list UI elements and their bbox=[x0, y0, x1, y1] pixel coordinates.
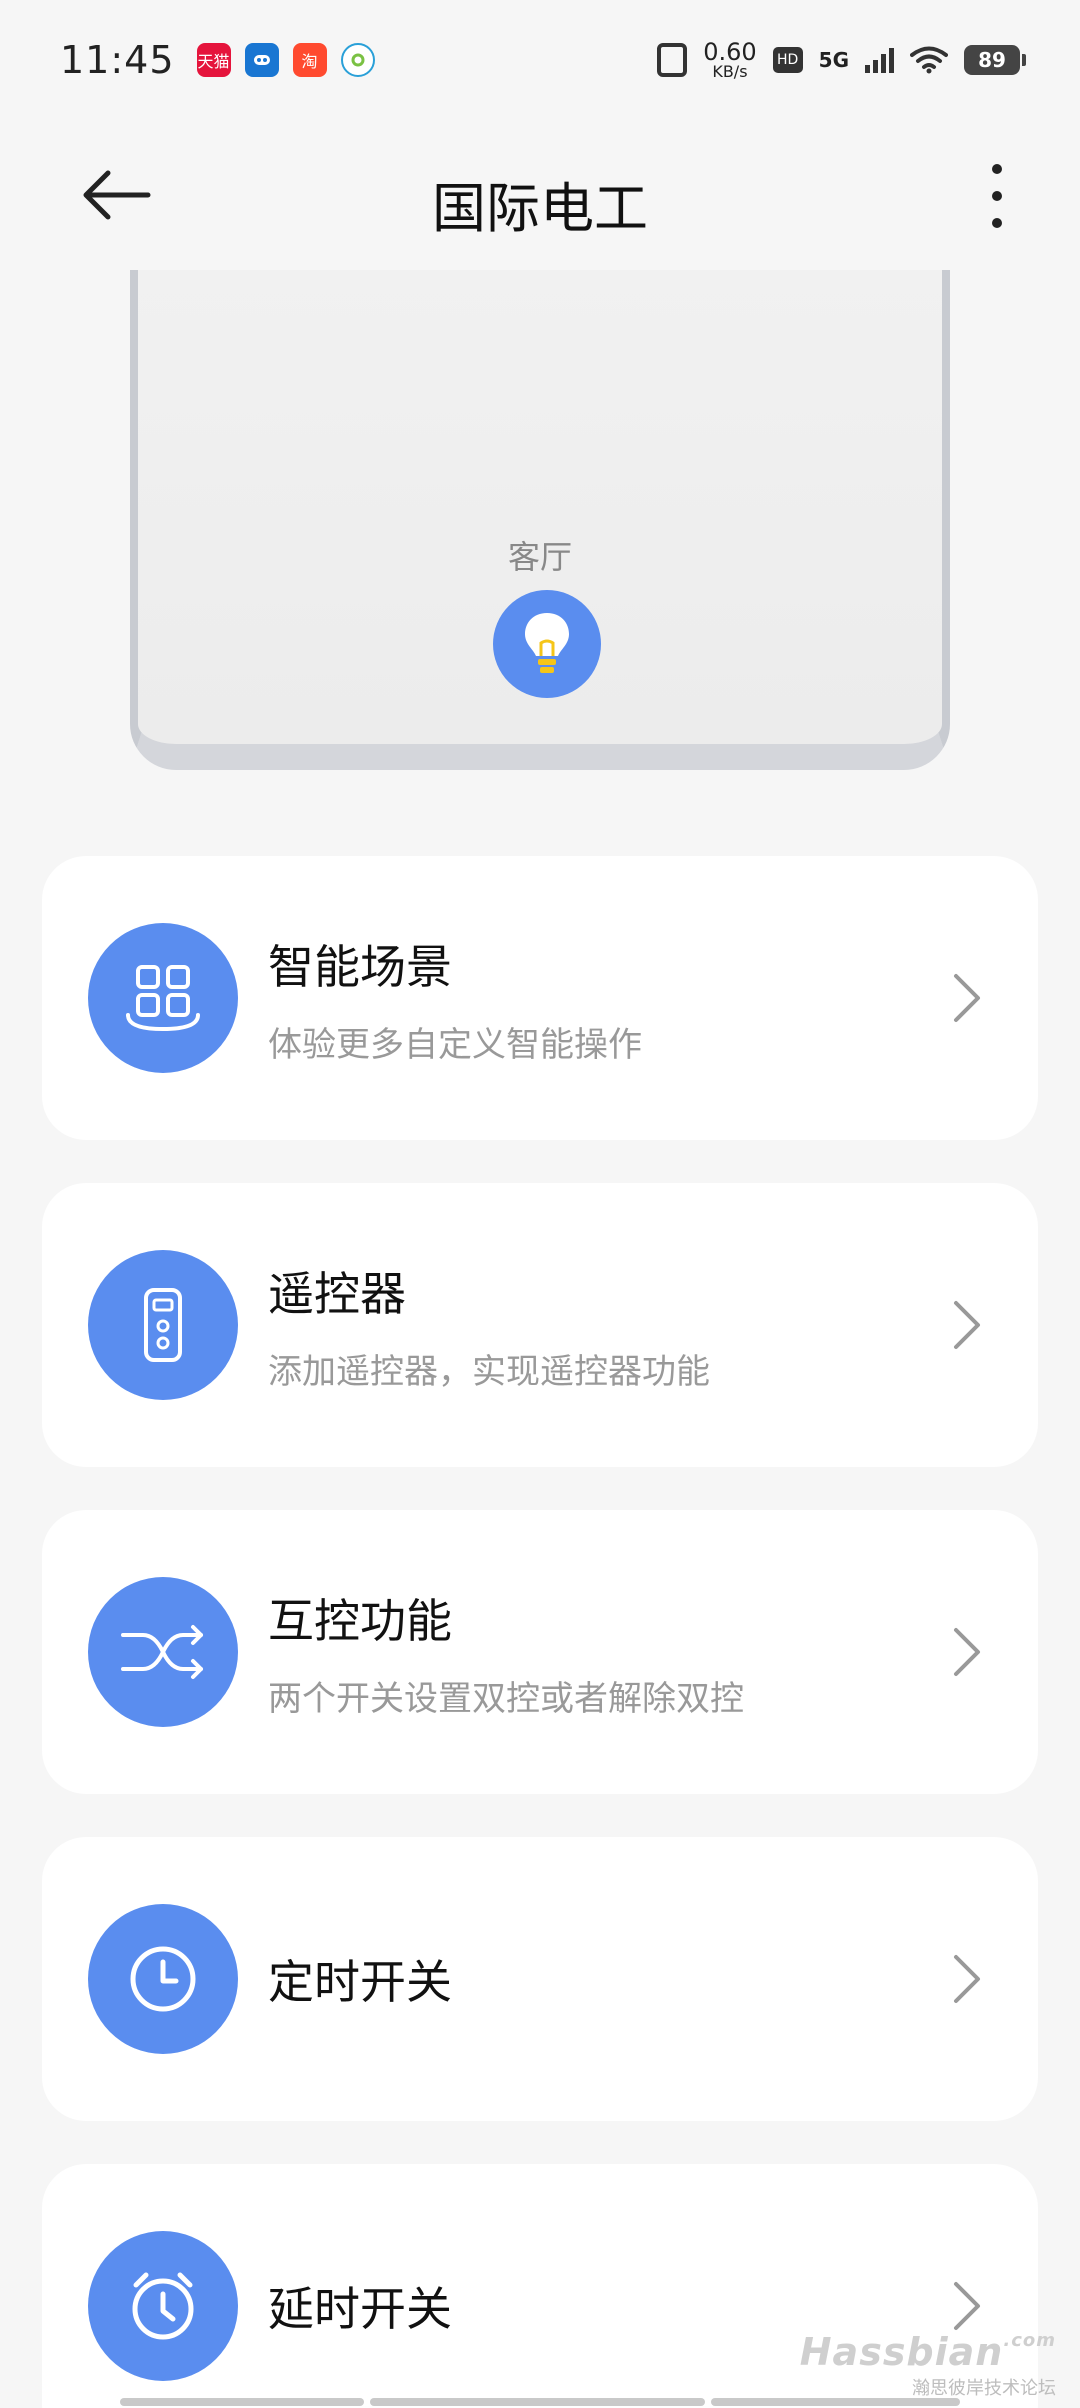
dot-icon bbox=[992, 191, 1002, 201]
chevron-right-icon bbox=[954, 974, 980, 1022]
menu-item-description: 两个开关设置双控或者解除双控 bbox=[268, 1678, 744, 1719]
camera-app-icon bbox=[340, 43, 375, 77]
battery-indicator: 89 bbox=[964, 45, 1026, 75]
page-title: 国际电工 bbox=[432, 177, 648, 240]
mutual-control-icon-wrap bbox=[88, 1577, 238, 1727]
menu-item-title: 智能场景 bbox=[268, 939, 452, 994]
network-speed: 0.60 KB/s bbox=[703, 38, 757, 81]
device-preview-panel: 客厅 bbox=[130, 270, 950, 770]
menu-item-description: 添加遥控器，实现遥控器功能 bbox=[268, 1351, 710, 1392]
app-icon bbox=[244, 43, 279, 77]
status-time: 11:45 bbox=[60, 38, 175, 82]
notification-icons: 天猫 淘 bbox=[196, 43, 375, 77]
smart-scene-card[interactable]: 智能场景 体验更多自定义智能操作 bbox=[42, 856, 1038, 1140]
clock-icon bbox=[130, 1946, 196, 2012]
mutual-control-texts: 互控功能 两个开关设置双控或者解除双控 bbox=[268, 1585, 744, 1720]
remote-control-texts: 遥控器 添加遥控器，实现遥控器功能 bbox=[268, 1258, 710, 1393]
smart-scene-texts: 智能场景 体验更多自定义智能操作 bbox=[268, 931, 642, 1066]
wifi-icon bbox=[910, 46, 948, 74]
dot-icon bbox=[992, 218, 1002, 228]
more-options-button[interactable] bbox=[982, 164, 1012, 228]
smart-scene-icon-wrap bbox=[88, 923, 238, 1073]
room-label: 客厅 bbox=[507, 538, 572, 576]
menu-item-description: 体验更多自定义智能操作 bbox=[268, 1024, 642, 1065]
vibrate-icon bbox=[657, 43, 688, 77]
chevron-right-icon bbox=[954, 1955, 980, 2003]
status-bar: 11:45 天猫 淘 0.60 KB/s HD 5G 89 bbox=[0, 0, 1080, 120]
chevron-right-icon bbox=[954, 2282, 980, 2330]
signal-icon bbox=[865, 47, 894, 73]
watermark-subtitle: 瀚思彼岸技术论坛 bbox=[912, 2378, 1056, 2399]
mutual-control-card[interactable]: 互控功能 两个开关设置双控或者解除双控 bbox=[42, 1510, 1038, 1794]
menu-item-title: 遥控器 bbox=[268, 1266, 406, 1321]
chevron-right-icon bbox=[954, 1628, 980, 1676]
light-bulb-icon bbox=[525, 613, 569, 673]
smart-scene-icon bbox=[126, 965, 200, 1032]
taobao-icon: 淘 bbox=[292, 43, 327, 77]
network-type: 5G bbox=[818, 48, 849, 72]
tmall-icon: 天猫 bbox=[196, 43, 231, 77]
app-header: 国际电工 bbox=[0, 120, 1080, 270]
watermark-brand: Hassbian bbox=[799, 2330, 1004, 2374]
remote-control-card[interactable]: 遥控器 添加遥控器，实现遥控器功能 bbox=[42, 1183, 1038, 1467]
hd-icon: HD bbox=[772, 47, 803, 73]
timer-switch-texts: 定时开关 bbox=[268, 1946, 452, 2012]
alarm-timer-icon bbox=[132, 2272, 194, 2340]
menu-item-title: 定时开关 bbox=[268, 1955, 452, 2009]
menu-item-title: 延时开关 bbox=[268, 2282, 452, 2336]
remote-control-icon bbox=[144, 1288, 182, 1362]
timer-switch-icon-wrap bbox=[88, 1904, 238, 2054]
delay-switch-texts: 延时开关 bbox=[268, 2273, 452, 2339]
light-toggle-button[interactable] bbox=[493, 590, 601, 698]
chevron-right-icon bbox=[954, 1301, 980, 1349]
dot-icon bbox=[992, 164, 1002, 174]
remote-control-icon-wrap bbox=[88, 1250, 238, 1400]
menu-item-title: 互控功能 bbox=[268, 1593, 452, 1648]
watermark: Hassbian.com 瀚思彼岸技术论坛 bbox=[800, 2330, 1056, 2400]
app-screen: 11:45 天猫 淘 0.60 KB/s HD 5G 89 国际电工 客厅 智能… bbox=[0, 0, 1080, 2408]
delay-switch-icon-wrap bbox=[88, 2231, 238, 2381]
status-indicators: 0.60 KB/s HD 5G 89 bbox=[657, 38, 1026, 81]
watermark-domain: .com bbox=[1003, 2330, 1056, 2351]
mutual-control-icon bbox=[121, 1625, 203, 1679]
timer-switch-card[interactable]: 定时开关 bbox=[42, 1837, 1038, 2121]
